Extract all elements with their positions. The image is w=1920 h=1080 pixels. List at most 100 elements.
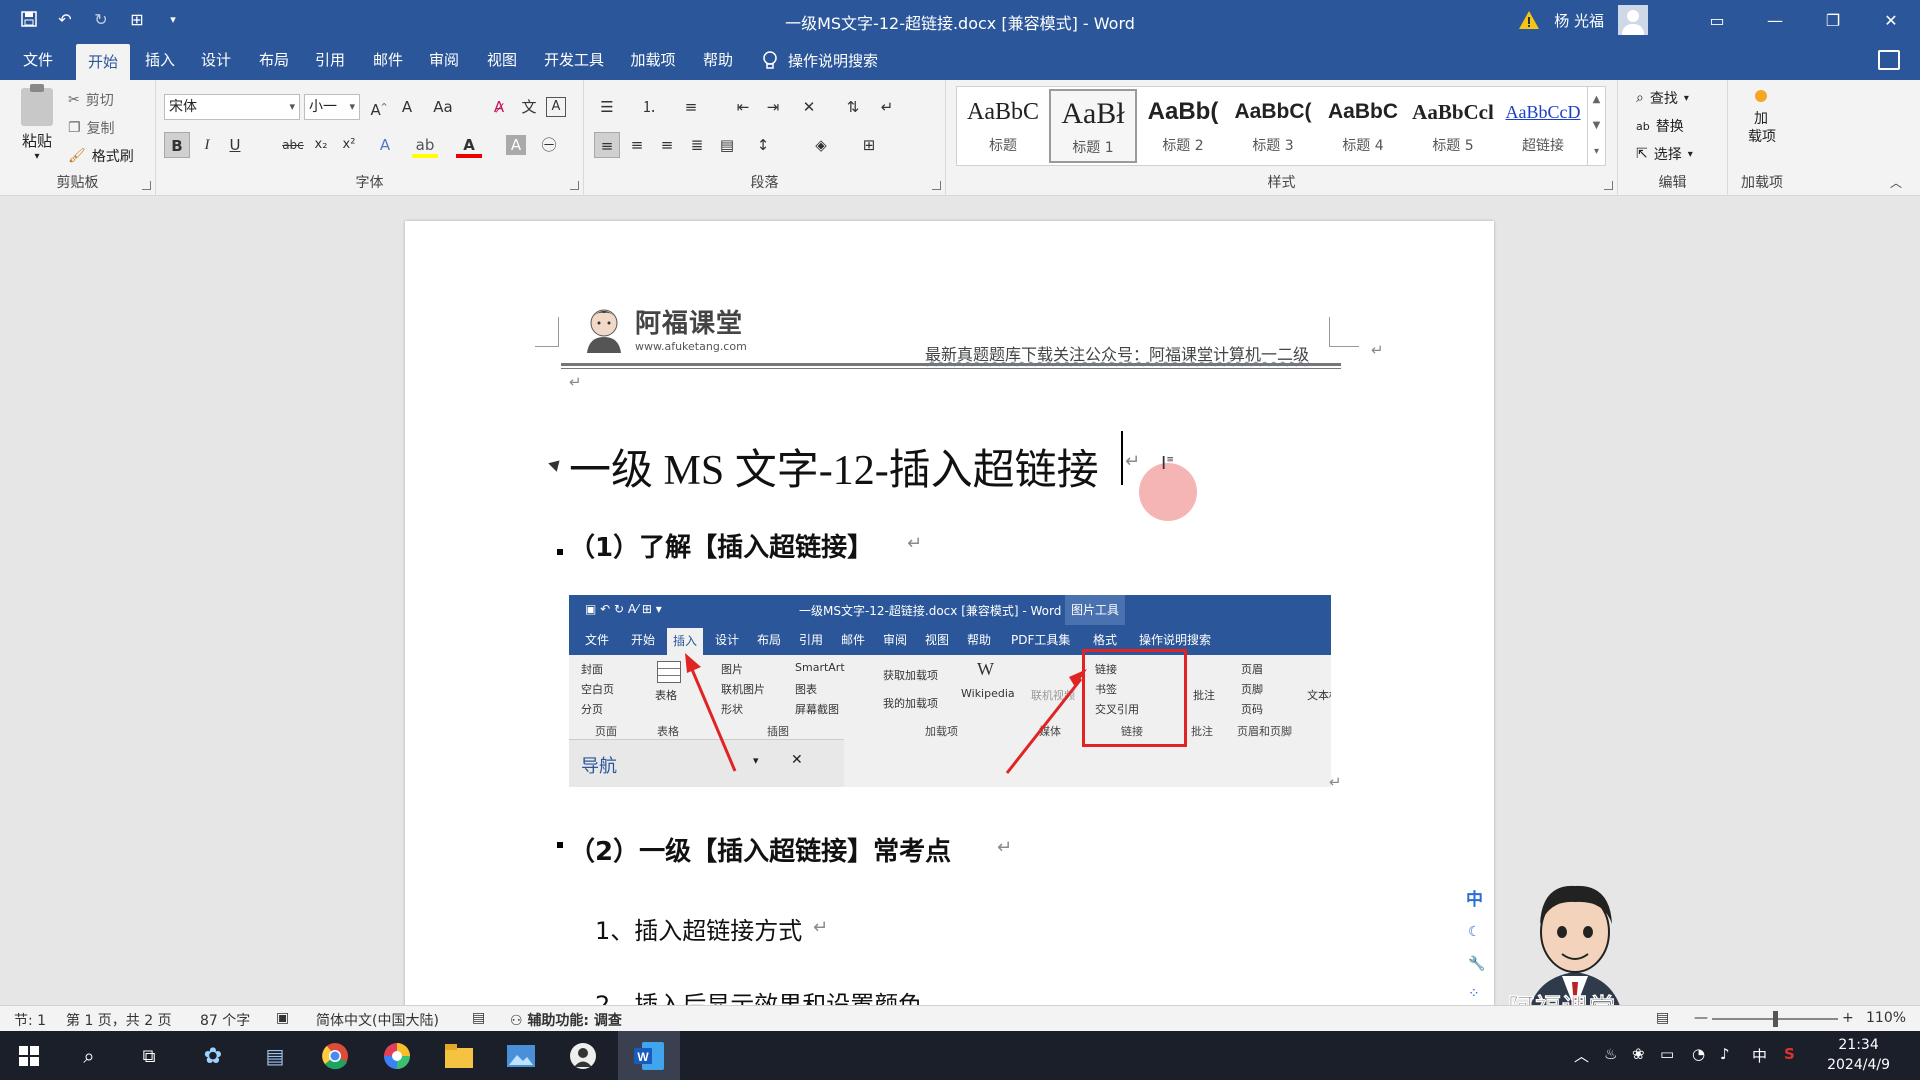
proofing-icon[interactable]: ▣ — [276, 1010, 289, 1026]
user-name[interactable]: 杨 光福 — [1554, 10, 1604, 31]
section-2-heading[interactable]: （2）一级【插入超链接】常考点 — [569, 831, 951, 868]
close-button[interactable]: ✕ — [1862, 0, 1920, 40]
tab-review[interactable]: 审阅 — [420, 40, 468, 80]
zoom-level[interactable]: 110% — [1866, 1010, 1906, 1026]
style-heading-3[interactable]: AaBbC(标题 3 — [1229, 89, 1317, 163]
comments-icon[interactable] — [1878, 50, 1900, 70]
grow-font-icon[interactable]: A^ — [366, 94, 392, 120]
superscript-button[interactable]: x² — [336, 132, 362, 158]
increase-indent-icon[interactable]: ⇥ — [760, 94, 786, 120]
style-hyperlink[interactable]: AaBbCcD 超链接 — [1499, 89, 1587, 163]
tab-file[interactable]: 文件 — [14, 40, 62, 80]
macro-icon[interactable]: ▤ — [472, 1010, 485, 1026]
tell-me-search[interactable]: 操作说明搜索 — [762, 50, 878, 71]
chrome-icon[interactable] — [318, 1039, 352, 1073]
underline-button[interactable]: U — [222, 132, 248, 158]
user-avatar[interactable] — [1618, 5, 1648, 35]
italic-button[interactable]: I — [194, 132, 220, 158]
replace-button[interactable]: ab 替换 — [1636, 116, 1684, 136]
embedded-screenshot[interactable]: ▣ ↶ ↻ A⁄ ⊞ ▾ 一级MS文字-12-超链接.docx [兼容模式] -… — [569, 595, 1331, 787]
status-language[interactable]: 简体中文(中国大陆) — [316, 1010, 439, 1030]
shrink-font-icon[interactable]: A — [394, 94, 420, 120]
numbering-icon[interactable]: ⒈ — [636, 94, 662, 120]
clock[interactable]: 21:34 2024/4/9 — [1827, 1035, 1890, 1075]
subscript-button[interactable]: x₂ — [308, 132, 334, 158]
profile-app-icon[interactable] — [566, 1039, 600, 1073]
highlight-color-icon[interactable]: ab — [412, 132, 438, 158]
zoom-out-button[interactable]: — — [1694, 1010, 1708, 1026]
file-explorer-icon[interactable] — [442, 1039, 476, 1073]
zoom-slider-thumb[interactable] — [1773, 1011, 1778, 1027]
windows-start-icon[interactable] — [12, 1039, 46, 1073]
style-heading-5[interactable]: AaBbCcl 标题 5 — [1409, 89, 1497, 163]
status-accessibility[interactable]: ⚇ 辅助功能: 调查 — [510, 1010, 622, 1030]
style-heading-4[interactable]: AaBbC 标题 4 — [1319, 89, 1407, 163]
tab-view[interactable]: 视图 — [478, 40, 526, 80]
paste-button[interactable]: 粘贴 ▾ — [14, 84, 60, 162]
justify-icon[interactable]: ≣ — [684, 132, 710, 158]
item-1-heading[interactable]: 1、插入超链接方式 — [595, 911, 802, 946]
word-icon[interactable]: W — [632, 1039, 666, 1073]
styles-launcher-icon[interactable] — [1604, 181, 1613, 190]
status-section[interactable]: 节: 1 — [14, 1010, 46, 1030]
search-icon[interactable]: ⌕ — [72, 1039, 106, 1073]
character-border-icon[interactable]: A — [546, 97, 566, 117]
ime-indicator[interactable]: 中 — [1752, 1045, 1767, 1066]
volume-icon[interactable]: ♪ — [1720, 1045, 1730, 1063]
wrench-icon[interactable]: 🔧 — [1468, 956, 1485, 972]
item-2-heading[interactable]: 2、插入后显示效果和设置颜色 — [595, 985, 922, 1005]
moon-icon[interactable]: ☾ — [1468, 924, 1484, 940]
align-center-icon[interactable]: ≡ — [624, 132, 650, 158]
font-size-select[interactable]: 小一 — [304, 94, 360, 120]
align-left-icon[interactable]: ≡ — [594, 132, 620, 158]
enclose-characters-icon[interactable]: ㊀ — [536, 132, 562, 158]
decrease-indent-icon[interactable]: ⇤ — [730, 94, 756, 120]
multilevel-list-icon[interactable]: ≡ — [678, 94, 704, 120]
network-icon[interactable]: ◔ — [1692, 1045, 1705, 1063]
tray-app-icon[interactable]: ♨ — [1604, 1045, 1617, 1063]
bold-button[interactable]: B — [164, 132, 190, 158]
status-words[interactable]: 87 个字 — [200, 1010, 250, 1030]
tab-mailings[interactable]: 邮件 — [364, 40, 412, 80]
ribbon-display-options-icon[interactable]: ▭ — [1688, 0, 1746, 40]
color-picker-icon[interactable] — [380, 1039, 414, 1073]
cut-button[interactable]: ✂ 剪切 — [68, 90, 114, 110]
find-button[interactable]: ⌕ 查找 ▾ — [1636, 88, 1689, 108]
format-painter-button[interactable]: 🖌 格式刷 — [68, 146, 134, 166]
addins-button[interactable]: 加 载项 — [1748, 90, 1776, 146]
image-viewer-icon[interactable] — [504, 1039, 538, 1073]
zoom-in-button[interactable]: + — [1842, 1010, 1854, 1026]
view-mode-icon[interactable]: ▤ — [1656, 1010, 1669, 1026]
distributed-icon[interactable]: ▤ — [714, 132, 740, 158]
style-heading-1[interactable]: AaBł 标题 1 — [1049, 89, 1137, 163]
collapse-ribbon-icon[interactable]: ︿ — [1890, 174, 1902, 191]
bullets-icon[interactable]: ☰ — [594, 94, 620, 120]
font-color-icon[interactable]: A — [456, 132, 482, 158]
document-page[interactable]: 阿福课堂 www.afuketang.com 最新真题题库下载关注公众号：阿福课… — [405, 221, 1494, 1005]
borders-icon[interactable]: ⊞ — [856, 132, 882, 158]
character-shading-icon[interactable]: A — [506, 135, 526, 155]
warning-icon[interactable] — [1518, 9, 1540, 31]
settings-dots-icon[interactable]: ⁘ — [1468, 986, 1484, 1002]
clipboard-launcher-icon[interactable] — [142, 181, 151, 190]
tab-references[interactable]: 引用 — [306, 40, 354, 80]
shading-icon[interactable]: ◈ — [808, 132, 834, 158]
tab-addins[interactable]: 加载项 — [622, 40, 684, 80]
task-view-icon[interactable]: ⧉ — [132, 1039, 166, 1073]
text-effects-icon[interactable]: A — [372, 132, 398, 158]
restore-button[interactable]: ❐ — [1804, 0, 1862, 40]
sogou-icon[interactable]: S — [1784, 1045, 1795, 1063]
tab-layout[interactable]: 布局 — [250, 40, 298, 80]
line-spacing-icon[interactable]: ↕ — [750, 132, 776, 158]
tab-developer[interactable]: 开发工具 — [538, 40, 610, 80]
tab-home[interactable]: 开始 — [76, 44, 130, 80]
show-marks-icon[interactable]: ↵ — [874, 94, 900, 120]
font-name-select[interactable]: 宋体 — [164, 94, 300, 120]
section-1-heading[interactable]: （1）了解【插入超链接】 — [569, 527, 873, 564]
tray-expand-icon[interactable]: ︿ — [1574, 1045, 1589, 1066]
tab-insert[interactable]: 插入 — [136, 40, 184, 80]
tray-flower-icon[interactable]: ❀ — [1632, 1045, 1645, 1063]
status-page[interactable]: 第 1 页，共 2 页 — [66, 1010, 172, 1030]
select-button[interactable]: ⇱ 选择 ▾ — [1636, 144, 1693, 164]
clear-formatting-icon[interactable]: A̷ — [486, 94, 512, 120]
